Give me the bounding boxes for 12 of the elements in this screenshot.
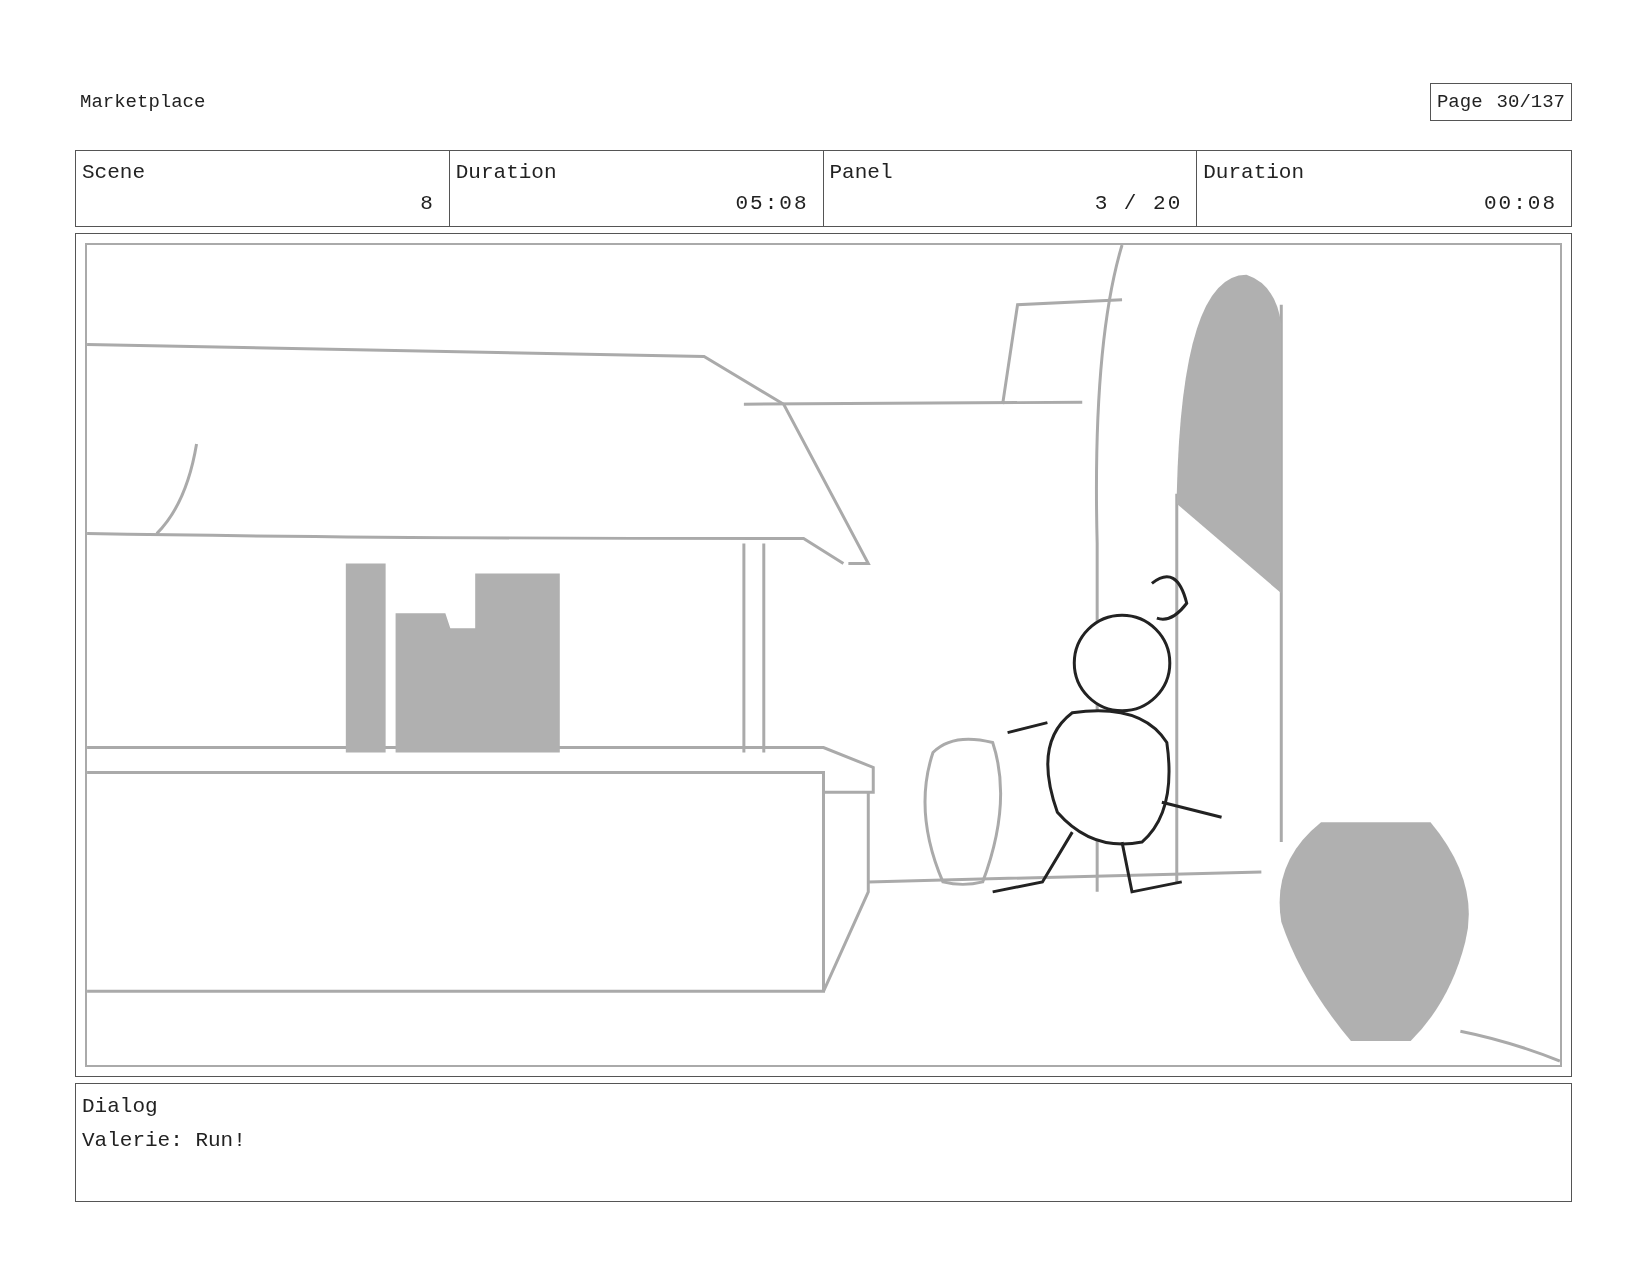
header-value: 3 / 20 [1094, 191, 1183, 217]
header-label: Scene [82, 160, 146, 186]
header-label: Panel [829, 160, 894, 186]
header-label: Duration [455, 160, 558, 186]
dialog-text: Valerie: Run! [82, 1128, 247, 1154]
header-label: Duration [1203, 160, 1306, 186]
dialog-label: Dialog [82, 1094, 159, 1120]
page-counter: Page 30/137 [1429, 82, 1572, 122]
header-value: 00:08 [1484, 191, 1557, 217]
header-value: 8 [420, 191, 435, 217]
header-value: 05:08 [735, 191, 809, 217]
page-title: Marketplace [80, 89, 206, 115]
